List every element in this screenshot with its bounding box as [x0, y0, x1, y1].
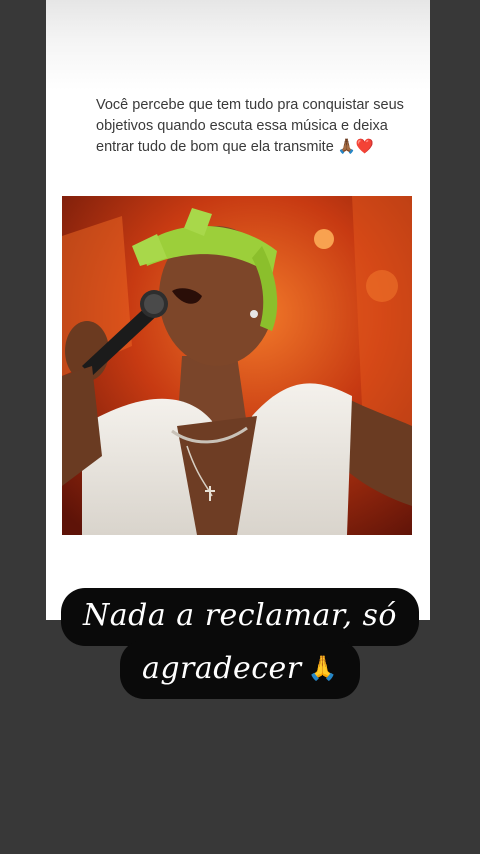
- sticker-text-line-1: Nada a reclamar, só: [61, 588, 419, 646]
- text-sticker-line-1[interactable]: Nada a reclamar, só: [0, 588, 480, 646]
- story-viewer[interactable]: Você percebe que tem tudo pra conquistar…: [0, 0, 480, 854]
- caption-emojis: 🙏🏾❤️: [337, 139, 374, 155]
- sticker-text-line-2: agradecer: [141, 651, 302, 686]
- sticker-text-line-2-pill: agradecer 🙏: [119, 640, 361, 699]
- post-photo: [62, 196, 412, 535]
- text-sticker-line-2[interactable]: agradecer 🙏: [0, 640, 480, 699]
- singer-with-microphone-photo: [62, 196, 412, 535]
- praying-hands-icon: 🙏: [307, 654, 339, 682]
- post-caption: Você percebe que tem tudo pra conquistar…: [96, 95, 406, 158]
